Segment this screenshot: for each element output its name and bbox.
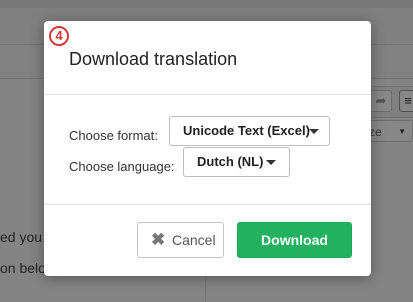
step-badge: 4 xyxy=(49,26,69,46)
cancel-button[interactable]: ✖ Cancel xyxy=(137,222,224,258)
download-button-label: Download xyxy=(261,232,328,248)
caret-down-icon xyxy=(266,160,276,165)
caret-down-icon xyxy=(309,129,319,134)
download-translation-dialog: 4 Download translation Choose format: Un… xyxy=(44,21,371,276)
language-select-value: Dutch (NL) xyxy=(197,154,264,169)
format-select[interactable]: Unicode Text (Excel) xyxy=(169,116,330,146)
download-button[interactable]: Download xyxy=(237,222,352,258)
language-select[interactable]: Dutch (NL) xyxy=(183,147,290,177)
format-label: Choose format: xyxy=(69,128,158,143)
format-select-value: Unicode Text (Excel) xyxy=(183,123,310,138)
close-icon: ✖ xyxy=(151,230,166,249)
language-label: Choose language: xyxy=(69,159,175,174)
cancel-button-label: Cancel xyxy=(172,232,216,248)
header-divider xyxy=(44,94,371,95)
dialog-title: Download translation xyxy=(69,49,238,69)
footer-divider xyxy=(44,204,371,205)
